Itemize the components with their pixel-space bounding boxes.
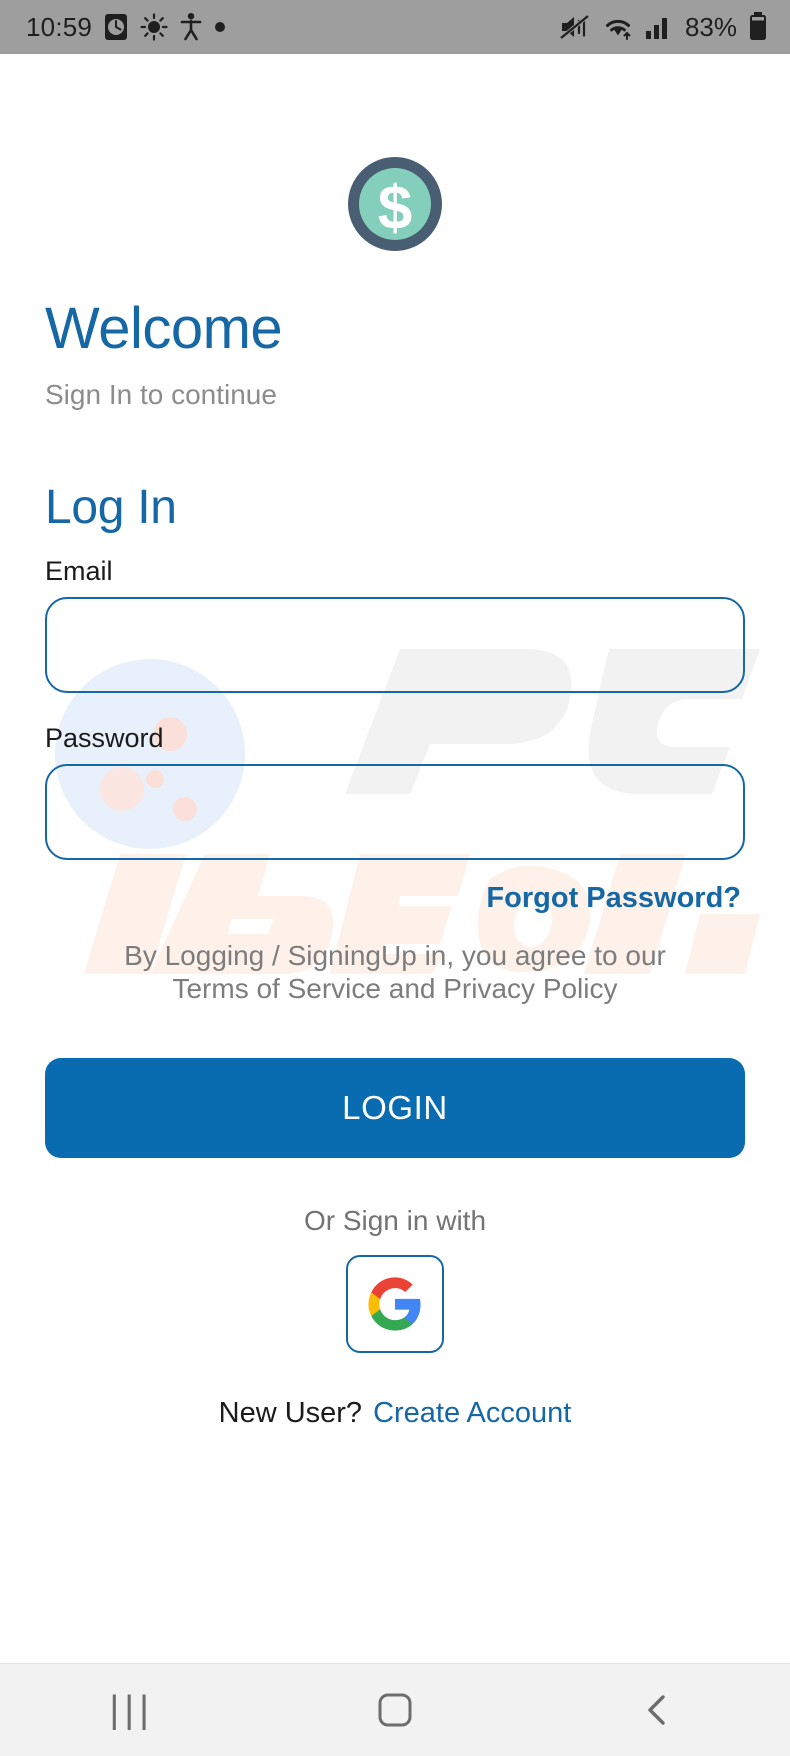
mute-icon [559,13,591,41]
login-heading: Log In [45,481,177,534]
phone-screen: 10:59 83% $ Welcome Sign In to continue … [0,0,790,1756]
social-sign-in-row [45,1255,745,1354]
app-logo: $ [45,54,745,253]
forgot-password-link[interactable]: Forgot Password? [486,882,741,915]
recents-icon: ||| [109,1688,154,1731]
brightness-icon [140,13,168,41]
password-input[interactable] [45,764,745,860]
terms-line-2: Terms of Service and Privacy Policy [172,973,618,1005]
accessibility-icon [179,12,203,42]
back-icon [648,1695,666,1725]
home-button[interactable] [335,1664,455,1756]
back-button[interactable] [598,1664,718,1756]
android-navigation-bar: ||| [0,1663,790,1756]
forgot-password-row: Forgot Password? [45,882,745,915]
status-bar-right: 83% [559,12,768,43]
terms-text: By Logging / SigningUp in, you agree to … [45,939,745,1005]
battery-percent-label: 83% [684,11,737,42]
password-label: Password [45,723,164,753]
create-account-link[interactable]: Create Account [373,1397,571,1430]
google-sign-in-button[interactable] [346,1255,444,1354]
wifi-icon [602,13,634,41]
or-sign-in-label: Or Sign in with [303,1205,487,1237]
page-title: Welcome [45,296,283,361]
dot-icon [214,21,226,33]
status-time: 10:59 [26,11,93,42]
new-user-label: New User? [218,1397,363,1430]
battery-icon [748,12,768,42]
google-g-icon [368,1277,421,1331]
recents-button[interactable]: ||| [72,1664,192,1756]
signal-bars-icon [645,13,671,41]
email-label: Email [45,556,113,586]
email-input[interactable] [45,597,745,693]
terms-line-1: By Logging / SigningUp in, you agree to … [124,940,666,971]
status-bar: 10:59 83% [0,0,790,54]
svg-text:$: $ [378,174,412,243]
status-bar-left: 10:59 [26,12,226,43]
home-icon [378,1693,412,1727]
login-screen-body: $ Welcome Sign In to continue Log In Ema… [0,54,790,1663]
page-subtitle: Sign In to continue [45,379,277,410]
new-user-row: New User? Create Account [45,1397,745,1430]
dollar-coin-icon: $ [348,157,442,251]
alarm-clock-icon [103,12,129,42]
login-button[interactable]: LOGIN [45,1058,745,1159]
